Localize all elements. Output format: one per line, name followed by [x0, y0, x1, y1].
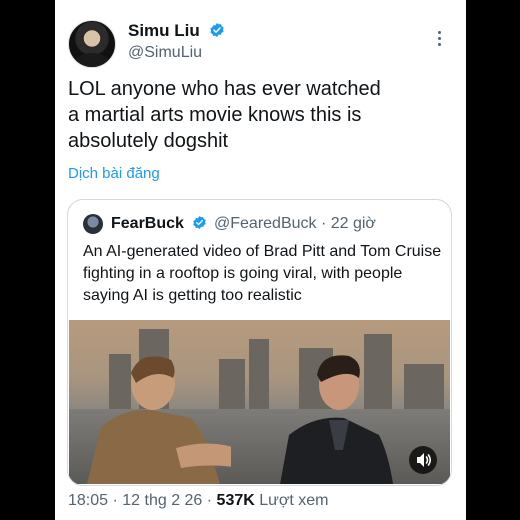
tweet-text: LOL anyone who has ever watched a martia…	[68, 78, 381, 152]
quote-author-name-row[interactable]: FearBuck	[111, 215, 207, 233]
quote-text: An AI-generated video of Brad Pitt and T…	[83, 243, 442, 304]
verified-badge-icon	[193, 215, 207, 230]
quote-video-media[interactable]	[69, 320, 450, 484]
person-left-figure	[87, 356, 231, 484]
tweet-meta: 18:05 · 12 thg 2 26 · 537K Lượt xem	[68, 492, 328, 510]
author-name-row[interactable]: Simu Liu	[128, 21, 225, 41]
quote-author-handle-time[interactable]: @FearedBuck · 22 giờ	[214, 215, 376, 233]
tweet-timestamp[interactable]: 18:05 · 12 thg 2 26 ·	[68, 492, 217, 509]
person-right-figure	[280, 355, 394, 484]
author-handle[interactable]: @SimuLiu	[128, 44, 202, 62]
quote-author-name[interactable]: FearBuck	[111, 215, 184, 232]
views-count: 537K	[216, 492, 255, 509]
author-avatar[interactable]	[68, 20, 116, 68]
translate-post-link[interactable]: Dịch bài đăng	[68, 165, 160, 182]
views-label: Lượt xem	[254, 492, 329, 509]
tweet-card[interactable]: Simu Liu @SimuLiu LOL anyone who has eve…	[55, 0, 466, 520]
verified-badge-icon	[209, 23, 224, 37]
sound-icon	[417, 453, 432, 467]
more-options-icon[interactable]	[437, 31, 443, 49]
sound-toggle-button[interactable]	[409, 446, 437, 474]
author-name[interactable]: Simu Liu	[128, 21, 200, 40]
quoted-tweet[interactable]: FearBuck @FearedBuck · 22 giờ An AI-gene…	[67, 199, 452, 486]
quote-author-avatar[interactable]	[83, 214, 103, 234]
